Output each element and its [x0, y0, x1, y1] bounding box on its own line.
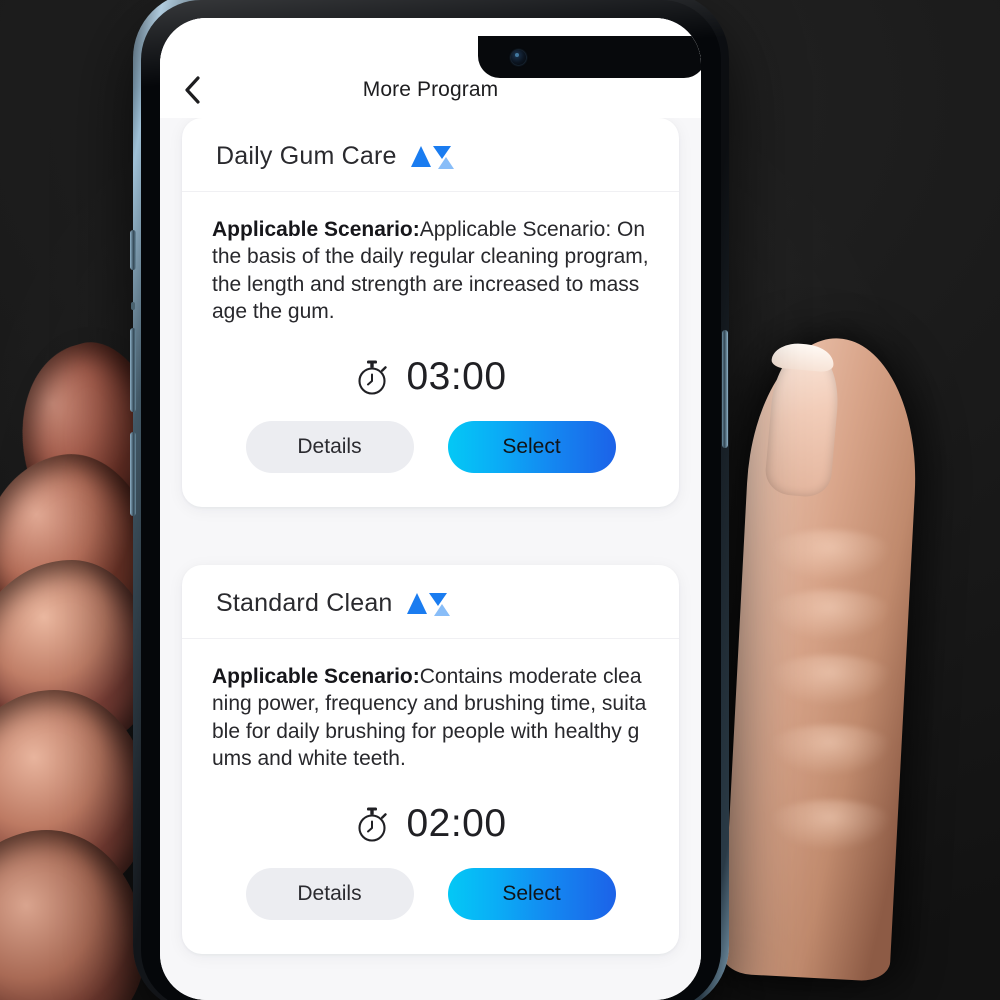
thumb-crease — [760, 655, 900, 713]
chevron-left-icon — [185, 76, 200, 104]
duration-value: 02:00 — [406, 802, 507, 846]
mic-pinhole — [131, 302, 135, 310]
volume-up-button[interactable] — [130, 328, 136, 412]
scenario-label: Applicable Scenario: — [212, 665, 420, 689]
thumb-crease — [760, 725, 900, 783]
program-title: Daily Gum Care — [216, 142, 397, 170]
program-card[interactable]: Standard Clean Applicable Scenario:Conta… — [182, 565, 679, 955]
program-card-header: Standard Clean — [182, 565, 679, 640]
program-list[interactable]: Daily Gum Care Applicable Scenario:Appli… — [160, 118, 701, 1000]
page-title: More Program — [362, 78, 499, 101]
mute-switch-button[interactable] — [130, 230, 136, 270]
program-title: Standard Clean — [216, 589, 393, 618]
scenario-text: Applicable Scenario:Contains moderate cl… — [212, 663, 649, 772]
stopwatch-icon — [358, 807, 388, 842]
duration-value: 03:00 — [406, 355, 507, 399]
program-actions: Details Select — [182, 417, 679, 507]
phone-screen: More Program Daily Gum Care Applicable S… — [160, 18, 701, 1000]
back-button[interactable] — [174, 71, 212, 109]
thumb-crease — [760, 530, 900, 588]
details-button[interactable]: Details — [245, 868, 414, 921]
program-card-body: Applicable Scenario:Contains moderate cl… — [182, 639, 679, 776]
front-camera — [511, 50, 526, 65]
scenario-text: Applicable Scenario:Applicable Scenario:… — [212, 216, 649, 325]
select-button[interactable]: Select — [447, 421, 616, 474]
app-root: More Program Daily Gum Care Applicable S… — [160, 18, 701, 1000]
power-button[interactable] — [722, 330, 728, 448]
program-actions: Details Select — [182, 864, 679, 954]
scenario-label: Applicable Scenario: — [212, 218, 420, 241]
intensity-triangles-icon — [410, 144, 454, 170]
duration-row: 02:00 — [182, 776, 679, 864]
program-card-header: Daily Gum Care — [182, 118, 679, 192]
phone-notch — [478, 36, 701, 78]
program-card[interactable]: Daily Gum Care Applicable Scenario:Appli… — [182, 118, 679, 508]
thumb-crease — [760, 800, 900, 858]
duration-row: 03:00 — [182, 329, 679, 417]
screenshot-stage: More Program Daily Gum Care Applicable S… — [0, 0, 1000, 1000]
volume-down-button[interactable] — [130, 432, 136, 516]
program-card-body: Applicable Scenario:Applicable Scenario:… — [182, 192, 679, 329]
thumb-crease — [760, 590, 900, 648]
details-button[interactable]: Details — [245, 421, 414, 474]
select-button[interactable]: Select — [447, 868, 616, 921]
stopwatch-icon — [358, 360, 388, 395]
intensity-triangles-icon — [406, 591, 450, 617]
